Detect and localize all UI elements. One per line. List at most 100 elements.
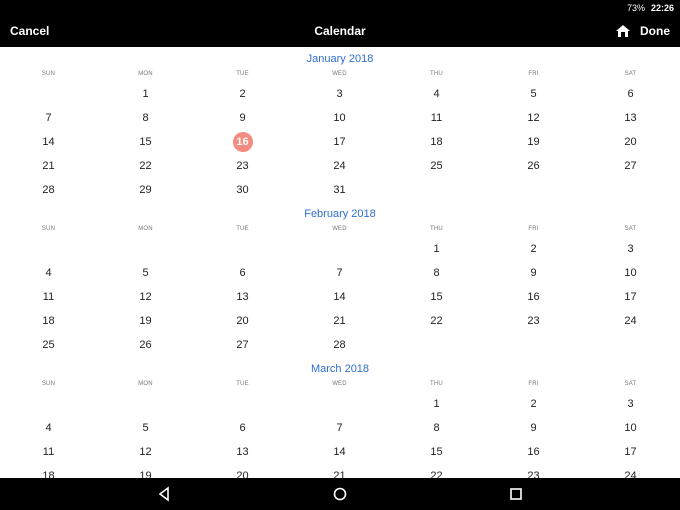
day-cell[interactable]: 27	[194, 333, 291, 357]
day-cell[interactable]: 12	[485, 106, 582, 130]
day-cell[interactable]: 27	[582, 154, 679, 178]
recents-square-icon[interactable]	[508, 486, 524, 502]
home-circle-icon[interactable]	[332, 486, 348, 502]
day-cell[interactable]: 3	[291, 82, 388, 106]
day-cell[interactable]: 2	[485, 392, 582, 416]
day-cell[interactable]: 22	[388, 464, 485, 478]
day-cell[interactable]: 13	[194, 440, 291, 464]
day-cell[interactable]: 13	[582, 106, 679, 130]
day-cell[interactable]: 10	[582, 261, 679, 285]
day-cell[interactable]: 17	[291, 130, 388, 154]
day-cell[interactable]: 9	[194, 106, 291, 130]
day-number: 19	[139, 315, 152, 327]
calendar-scroll-area[interactable]: January 2018 SUN MON TUE WED THU FRI SAT 1 2 3 4 5 6 7…	[0, 47, 680, 478]
cancel-button[interactable]: Cancel	[10, 24, 49, 38]
day-cell[interactable]: 11	[388, 106, 485, 130]
day-cell[interactable]: 22	[97, 154, 194, 178]
day-cell[interactable]: 19	[485, 130, 582, 154]
day-cell[interactable]: 23	[485, 309, 582, 333]
day-cell[interactable]: 7	[291, 416, 388, 440]
day-cell[interactable]: 19	[97, 309, 194, 333]
day-cell[interactable]: 25	[0, 333, 97, 357]
day-cell[interactable]: 14	[291, 285, 388, 309]
day-cell[interactable]: 15	[97, 130, 194, 154]
day-cell[interactable]: 26	[97, 333, 194, 357]
day-cell[interactable]: 12	[97, 440, 194, 464]
day-cell[interactable]: 5	[485, 82, 582, 106]
day-cell[interactable]: 25	[388, 154, 485, 178]
day-cell[interactable]: 29	[97, 178, 194, 202]
day-cell[interactable]: 20	[194, 464, 291, 478]
back-triangle-icon[interactable]	[156, 486, 172, 502]
day-cell[interactable]: 21	[0, 154, 97, 178]
day-cell[interactable]: 21	[291, 309, 388, 333]
day-cell[interactable]: 21	[291, 464, 388, 478]
month-title: March 2018	[310, 363, 370, 375]
day-cell[interactable]: 1	[388, 237, 485, 261]
day-cell[interactable]: 13	[194, 285, 291, 309]
day-cell[interactable]: 15	[388, 440, 485, 464]
day-cell[interactable]: 8	[97, 106, 194, 130]
day-cell[interactable]: 4	[0, 416, 97, 440]
home-icon[interactable]	[616, 25, 630, 37]
day-cell[interactable]: 6	[194, 261, 291, 285]
day-cell[interactable]: 4	[0, 261, 97, 285]
day-cell[interactable]: 14	[291, 440, 388, 464]
day-number: 12	[139, 291, 152, 303]
day-cell[interactable]: 10	[291, 106, 388, 130]
day-cell[interactable]: 14	[0, 130, 97, 154]
day-cell[interactable]: 6	[194, 416, 291, 440]
day-cell[interactable]: 7	[0, 106, 97, 130]
day-cell[interactable]: 11	[0, 285, 97, 309]
day-number: 26	[527, 160, 540, 172]
day-cell[interactable]: 24	[582, 464, 679, 478]
day-cell[interactable]: 9	[485, 261, 582, 285]
day-cell[interactable]: 31	[291, 178, 388, 202]
day-cell[interactable]: 2	[485, 237, 582, 261]
day-number: 25	[430, 160, 443, 172]
day-number: 24	[333, 160, 346, 172]
month-title: February 2018	[304, 208, 376, 220]
day-cell[interactable]: 24	[582, 309, 679, 333]
today-day-cell[interactable]: 16	[194, 130, 291, 154]
day-cell[interactable]: 17	[582, 440, 679, 464]
day-cell[interactable]: 18	[0, 309, 97, 333]
day-cell[interactable]: 8	[388, 261, 485, 285]
day-cell[interactable]: 8	[388, 416, 485, 440]
day-cell[interactable]: 16	[485, 285, 582, 309]
day-cell[interactable]: 26	[485, 154, 582, 178]
day-cell[interactable]: 15	[388, 285, 485, 309]
day-cell[interactable]: 24	[291, 154, 388, 178]
day-cell[interactable]: 11	[0, 440, 97, 464]
day-cell[interactable]: 6	[582, 82, 679, 106]
day-cell[interactable]: 23	[194, 154, 291, 178]
day-cell[interactable]: 3	[582, 392, 679, 416]
day-cell[interactable]: 20	[194, 309, 291, 333]
day-cell[interactable]: 30	[194, 178, 291, 202]
day-cell[interactable]: 1	[388, 392, 485, 416]
day-cell[interactable]: 23	[485, 464, 582, 478]
day-cell[interactable]: 3	[582, 237, 679, 261]
day-cell[interactable]: 7	[291, 261, 388, 285]
day-number: 19	[527, 136, 540, 148]
day-cell[interactable]: 9	[485, 416, 582, 440]
day-cell[interactable]: 5	[97, 261, 194, 285]
done-button[interactable]: Done	[640, 24, 670, 38]
day-cell[interactable]: 18	[388, 130, 485, 154]
day-cell[interactable]: 28	[0, 178, 97, 202]
day-cell[interactable]: 10	[582, 416, 679, 440]
day-cell[interactable]: 19	[97, 464, 194, 478]
day-cell[interactable]: 20	[582, 130, 679, 154]
day-cell[interactable]: 2	[194, 82, 291, 106]
day-cell[interactable]: 4	[388, 82, 485, 106]
day-cell[interactable]: 12	[97, 285, 194, 309]
day-cell[interactable]: 18	[0, 464, 97, 478]
day-cell[interactable]: 1	[97, 82, 194, 106]
day-cell[interactable]: 22	[388, 309, 485, 333]
day-number: 10	[333, 112, 346, 124]
day-cell[interactable]: 17	[582, 285, 679, 309]
day-cell[interactable]: 28	[291, 333, 388, 357]
day-number: 11	[430, 112, 443, 124]
day-cell[interactable]: 5	[97, 416, 194, 440]
day-cell[interactable]: 16	[485, 440, 582, 464]
